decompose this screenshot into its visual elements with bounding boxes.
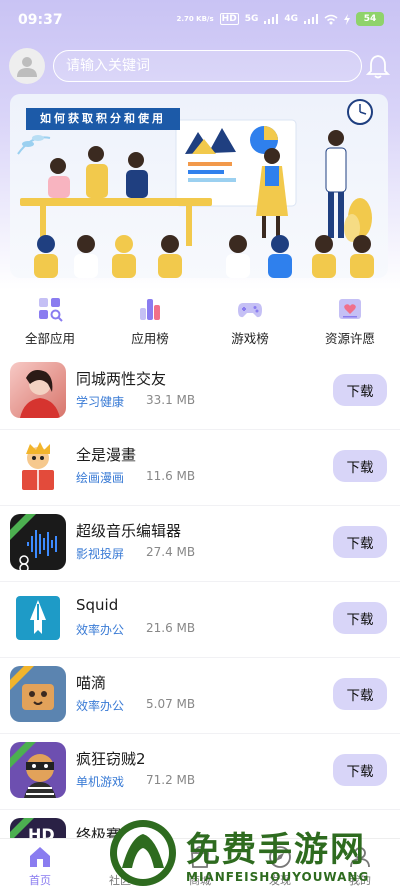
signal-bars-icon <box>264 14 279 24</box>
app-icon-music-editor <box>10 514 66 570</box>
user-icon <box>17 57 37 77</box>
app-category[interactable]: 效率办公 <box>76 697 124 714</box>
bar-chart-icon <box>140 299 160 320</box>
promo-banner[interactable]: 如何获取积分和使用 <box>10 94 388 278</box>
grid-search-icon <box>39 298 63 322</box>
avatar[interactable] <box>9 48 45 84</box>
app-category[interactable]: 影视投屏 <box>76 545 124 562</box>
app-size: 27.4 MB <box>146 545 196 559</box>
download-button[interactable]: 下载 <box>333 374 387 406</box>
app-list-item[interactable]: 喵滴 效率办公 5.07 MB 下载 <box>0 658 400 734</box>
category-all-apps[interactable]: 全部应用 <box>0 292 100 347</box>
download-button[interactable]: 下载 <box>333 526 387 558</box>
signal-4g-icon: 4G <box>284 14 298 24</box>
category-game-ranking[interactable]: 游戏榜 <box>200 292 300 347</box>
search-input[interactable] <box>54 51 361 81</box>
nav-home[interactable]: 首页 <box>0 845 80 888</box>
app-size: 5.07 MB <box>146 697 196 711</box>
app-category[interactable]: 效率办公 <box>76 621 124 638</box>
app-list-item[interactable]: 全是漫畫 绘画漫画 11.6 MB 下载 <box>0 430 400 506</box>
category-label: 资源许愿 <box>324 331 375 346</box>
app-list-item[interactable]: 疯狂窃贼2 单机游戏 71.2 MB 下载 <box>0 734 400 810</box>
watermark-title: 免费手游网 <box>186 830 366 870</box>
app-icon-dating <box>10 362 66 418</box>
category-label: 全部应用 <box>24 331 75 346</box>
category-shortcuts: 全部应用 应用榜 游戏榜 资源许愿 <box>0 292 400 352</box>
app-icon-comic <box>10 438 66 494</box>
app-list-item[interactable]: Squid 效率办公 21.6 MB 下载 <box>0 582 400 658</box>
app-icon-thief-game <box>10 742 66 798</box>
hd-icon: HD <box>219 13 239 25</box>
app-name: 超级音乐编辑器 <box>76 522 182 540</box>
category-app-ranking[interactable]: 应用榜 <box>100 292 200 347</box>
wifi-icon <box>324 14 338 24</box>
download-button[interactable]: 下载 <box>333 602 387 634</box>
app-category[interactable]: 学习健康 <box>76 393 124 410</box>
leaf-decoration-icon <box>17 135 51 155</box>
signal-5g-icon: 5G <box>244 14 259 24</box>
app-name: 喵滴 <box>76 674 107 692</box>
signal-bars-icon <box>304 14 318 24</box>
app-list-item[interactable]: 同城两性交友 学习健康 33.1 MB 下载 <box>0 354 400 430</box>
home-icon <box>30 847 50 867</box>
status-icons: 2.70 KB/s HD 5G 4G 54 <box>176 12 384 26</box>
status-time: 09:37 <box>18 12 63 28</box>
nav-label: 首页 <box>29 874 51 887</box>
category-resource-wish[interactable]: 资源许愿 <box>300 292 400 347</box>
app-size: 71.2 MB <box>146 773 196 787</box>
bell-icon[interactable] <box>366 54 390 80</box>
app-size: 33.1 MB <box>146 393 196 407</box>
app-icon-squid <box>10 590 66 646</box>
category-label: 应用榜 <box>131 331 169 346</box>
battery-icon: 54 <box>356 12 384 26</box>
download-button[interactable]: 下载 <box>333 754 387 786</box>
app-name: Squid <box>76 596 119 614</box>
app-list-item[interactable]: 超级音乐编辑器 影视投屏 27.4 MB 下载 <box>0 506 400 582</box>
app-icon-ultimate: HD <box>10 818 66 840</box>
watermark-logo-icon <box>110 820 176 886</box>
watermark: 免费手游网 MIANFEISHOUYOUWANG <box>108 818 400 891</box>
download-button[interactable]: 下载 <box>333 678 387 710</box>
app-name: 全是漫畫 <box>76 446 137 464</box>
app-name: 疯狂窃贼2 <box>76 750 146 768</box>
category-label: 游戏榜 <box>231 331 269 346</box>
status-bar: 09:37 2.70 KB/s HD 5G 4G 54 <box>0 0 400 42</box>
app-icon-meow <box>10 666 66 722</box>
app-category[interactable]: 单机游戏 <box>76 773 124 790</box>
banner-title: 如何获取积分和使用 <box>26 108 180 130</box>
wish-card-icon <box>339 299 361 319</box>
app-size: 11.6 MB <box>146 469 196 483</box>
network-speed: 2.70 KB/s <box>176 15 214 23</box>
gamepad-icon <box>238 303 262 318</box>
app-name: 同城两性交友 <box>76 370 167 388</box>
app-category[interactable]: 绘画漫画 <box>76 469 124 486</box>
search-bar[interactable] <box>53 50 362 82</box>
download-button[interactable]: 下载 <box>333 450 387 482</box>
charging-icon <box>344 13 350 25</box>
app-size: 21.6 MB <box>146 621 196 635</box>
watermark-subtitle: MIANFEISHOUYOUWANG <box>186 870 370 884</box>
